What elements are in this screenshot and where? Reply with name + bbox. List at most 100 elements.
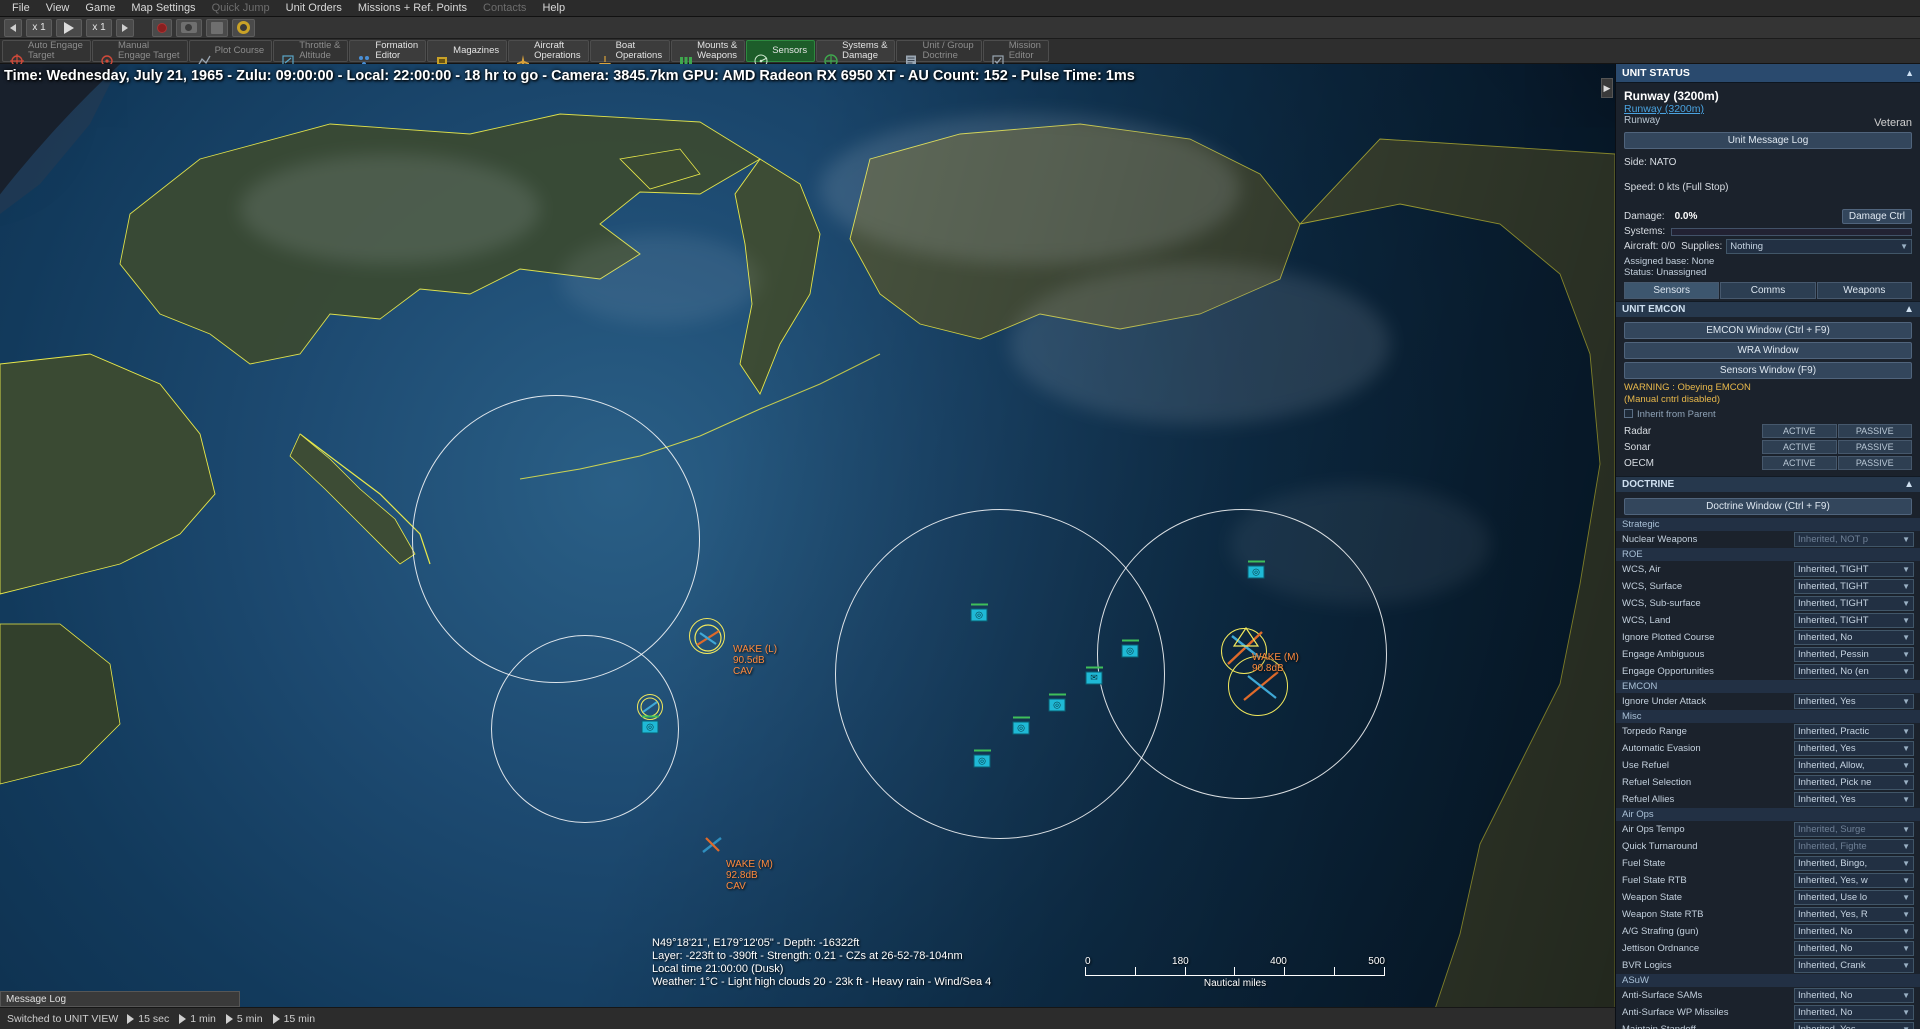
settings-button[interactable] (232, 18, 255, 37)
inherit-from-parent-checkbox[interactable]: Inherit from Parent (1624, 409, 1912, 420)
doctrine-header[interactable]: DOCTRINE ▲ (1616, 476, 1920, 492)
emcon-radar-active[interactable]: ACTIVE (1762, 424, 1837, 438)
doctrine-row-select[interactable]: Inherited, Fighte ▼ (1794, 839, 1914, 854)
wra-window-button[interactable]: WRA Window (1624, 342, 1912, 359)
unit-group-doctrine-button[interactable]: Unit / Group Doctrine (896, 40, 982, 67)
unit-marker[interactable]: ✉ (1085, 666, 1103, 685)
emcon-sonar-active[interactable]: ACTIVE (1762, 440, 1837, 454)
doctrine-row-select[interactable]: Inherited, Use lo ▼ (1794, 890, 1914, 905)
unit-marker[interactable]: ◎ (1121, 639, 1139, 658)
emcon-window-button[interactable]: EMCON Window (Ctrl + F9) (1624, 322, 1912, 339)
doctrine-window-button[interactable]: Doctrine Window (Ctrl + F9) (1624, 498, 1912, 515)
tab-comms[interactable]: Comms (1720, 282, 1816, 299)
speed-increase-button[interactable] (116, 18, 134, 37)
doctrine-row-select[interactable]: Inherited, Yes ▼ (1794, 792, 1914, 807)
time-step-1min[interactable]: 1 min (177, 1013, 224, 1025)
play-button[interactable] (56, 18, 82, 37)
unit-marker[interactable]: ◎ (970, 603, 988, 622)
tab-weapons[interactable]: Weapons (1816, 282, 1912, 299)
time-step-15min[interactable]: 15 min (271, 1013, 324, 1025)
menu-item-file[interactable]: File (4, 0, 38, 16)
manual-engage-target-button[interactable]: Manual Engage Target (91, 40, 188, 67)
emcon-oecm-active[interactable]: ACTIVE (1762, 456, 1837, 470)
magazines-button[interactable]: Magazines (427, 40, 508, 65)
unit-status-header[interactable]: UNIT STATUS ▲ (1616, 64, 1920, 83)
unit-marker[interactable]: ◎ (641, 715, 659, 734)
formation-editor-button[interactable]: Formation Editor (349, 40, 427, 66)
menu-item-unit-orders[interactable]: Unit Orders (278, 0, 350, 16)
doctrine-row-select[interactable]: Inherited, NOT p ▼ (1794, 532, 1914, 547)
doctrine-row-select[interactable]: Inherited, Pessin ▼ (1794, 647, 1914, 662)
emcon-oecm-passive[interactable]: PASSIVE (1837, 456, 1912, 470)
record-button[interactable] (152, 18, 172, 37)
boat-operations-button[interactable]: Boat Operations (589, 40, 671, 66)
doctrine-row-select[interactable]: Inherited, Yes ▼ (1794, 694, 1914, 709)
mission-editor-button[interactable]: Mission Editor (982, 40, 1049, 67)
doctrine-row-select[interactable]: Inherited, Pick ne ▼ (1794, 775, 1914, 790)
unit-marker[interactable]: ◎ (1012, 716, 1030, 735)
doctrine-row-select[interactable]: Inherited, TIGHT ▼ (1794, 613, 1914, 628)
chevron-up-icon[interactable]: ▲ (1904, 304, 1914, 315)
doctrine-row-select[interactable]: Inherited, No ▼ (1794, 924, 1914, 939)
emcon-sonar-passive[interactable]: PASSIVE (1837, 440, 1912, 454)
doctrine-row-select[interactable]: Inherited, Practic ▼ (1794, 724, 1914, 739)
menu-item-help[interactable]: Help (534, 0, 573, 16)
unit-marker[interactable]: ◎ (1247, 560, 1265, 579)
doctrine-row-select[interactable]: Inherited, No ▼ (1794, 630, 1914, 645)
sensors-window-button[interactable]: Sensors Window (F9) (1624, 362, 1912, 379)
doctrine-row-select[interactable]: Inherited, No (en ▼ (1794, 664, 1914, 679)
doctrine-row-select[interactable]: Inherited, Crank ▼ (1794, 958, 1914, 973)
unit-message-log-button[interactable]: Unit Message Log (1624, 132, 1912, 149)
unit-summary: Runway (3200m) Veteran Runway (3200m) Ru… (1616, 83, 1920, 301)
unit-marker[interactable]: ◎ (1048, 693, 1066, 712)
throttle-altitude-button[interactable]: Throttle & Altitude (273, 40, 349, 67)
menu-item-quick-jump[interactable]: Quick Jump (204, 0, 278, 16)
wake-symbol-3[interactable] (697, 830, 727, 860)
time-step-15sec[interactable]: 15 sec (125, 1013, 177, 1025)
wake-symbol-1[interactable] (690, 620, 726, 656)
speed-decrease-button[interactable] (4, 18, 22, 37)
camera-button[interactable] (176, 18, 202, 37)
message-log-panel[interactable]: Message Log (0, 991, 240, 1007)
chevron-up-icon[interactable]: ▲ (1904, 479, 1914, 490)
menu-item-contacts[interactable]: Contacts (475, 0, 534, 16)
menu-item-view[interactable]: View (38, 0, 78, 16)
menu-item-missions-ref-points[interactable]: Missions + Ref. Points (350, 0, 475, 16)
doctrine-row-select[interactable]: Inherited, Surge ▼ (1794, 822, 1914, 837)
map-canvas[interactable]: Time: Wednesday, July 21, 1965 - Zulu: 0… (0, 64, 1615, 1029)
aircraft-operations-button[interactable]: Aircraft Operations (508, 40, 589, 67)
unit-marker[interactable]: ◎ (973, 749, 991, 768)
doctrine-row-select[interactable]: Inherited, TIGHT ▼ (1794, 579, 1914, 594)
plot-course-button[interactable]: Plot Course (188, 40, 273, 67)
systems-damage-button[interactable]: Systems & Damage (816, 40, 896, 68)
menu-item-game[interactable]: Game (77, 0, 123, 16)
unit-emcon-header[interactable]: UNIT EMCON ▲ (1616, 301, 1920, 317)
panel-collapse-toggle[interactable]: ▶ (1601, 78, 1613, 98)
chevron-up-icon[interactable]: ▲ (1905, 68, 1914, 78)
unit-link-name[interactable]: Runway (3200m) (1624, 103, 1912, 115)
doctrine-row-select[interactable]: Inherited, No ▼ (1794, 1005, 1914, 1020)
doctrine-row-select[interactable]: Inherited, Bingo, ▼ (1794, 856, 1914, 871)
emcon-radar-segment[interactable]: ACTIVE PASSIVE (1762, 424, 1912, 438)
emcon-oecm-segment[interactable]: ACTIVE PASSIVE (1762, 456, 1912, 470)
doctrine-row-select[interactable]: Inherited, No ▼ (1794, 941, 1914, 956)
sensors-button[interactable]: Sensors (746, 40, 816, 68)
doctrine-row-select[interactable]: Inherited, No ▼ (1794, 988, 1914, 1003)
doctrine-row-select[interactable]: Inherited, Yes ▼ (1794, 1022, 1914, 1029)
doctrine-row-select[interactable]: Inherited, Yes ▼ (1794, 741, 1914, 756)
doctrine-row-select[interactable]: Inherited, TIGHT ▼ (1794, 562, 1914, 577)
emcon-sonar-segment[interactable]: ACTIVE PASSIVE (1762, 440, 1912, 454)
damage-control-button[interactable]: Damage Ctrl (1841, 209, 1912, 224)
menu-item-map-settings[interactable]: Map Settings (123, 0, 203, 16)
tab-sensors[interactable]: Sensors (1624, 282, 1720, 299)
doctrine-row-select[interactable]: Inherited, Yes, w ▼ (1794, 873, 1914, 888)
time-step-5min[interactable]: 5 min (224, 1013, 271, 1025)
auto-engage-target-button[interactable]: Auto Engage Target (2, 40, 91, 68)
supplies-select[interactable]: Nothing ▼ (1726, 239, 1912, 254)
doctrine-row-select[interactable]: Inherited, Yes, R ▼ (1794, 907, 1914, 922)
doctrine-row-select[interactable]: Inherited, TIGHT ▼ (1794, 596, 1914, 611)
emcon-radar-passive[interactable]: PASSIVE (1837, 424, 1912, 438)
mounts-weapons-button[interactable]: Mounts & Weapons (671, 40, 746, 65)
doctrine-row-select[interactable]: Inherited, Allow, ▼ (1794, 758, 1914, 773)
save-button[interactable] (206, 18, 228, 37)
